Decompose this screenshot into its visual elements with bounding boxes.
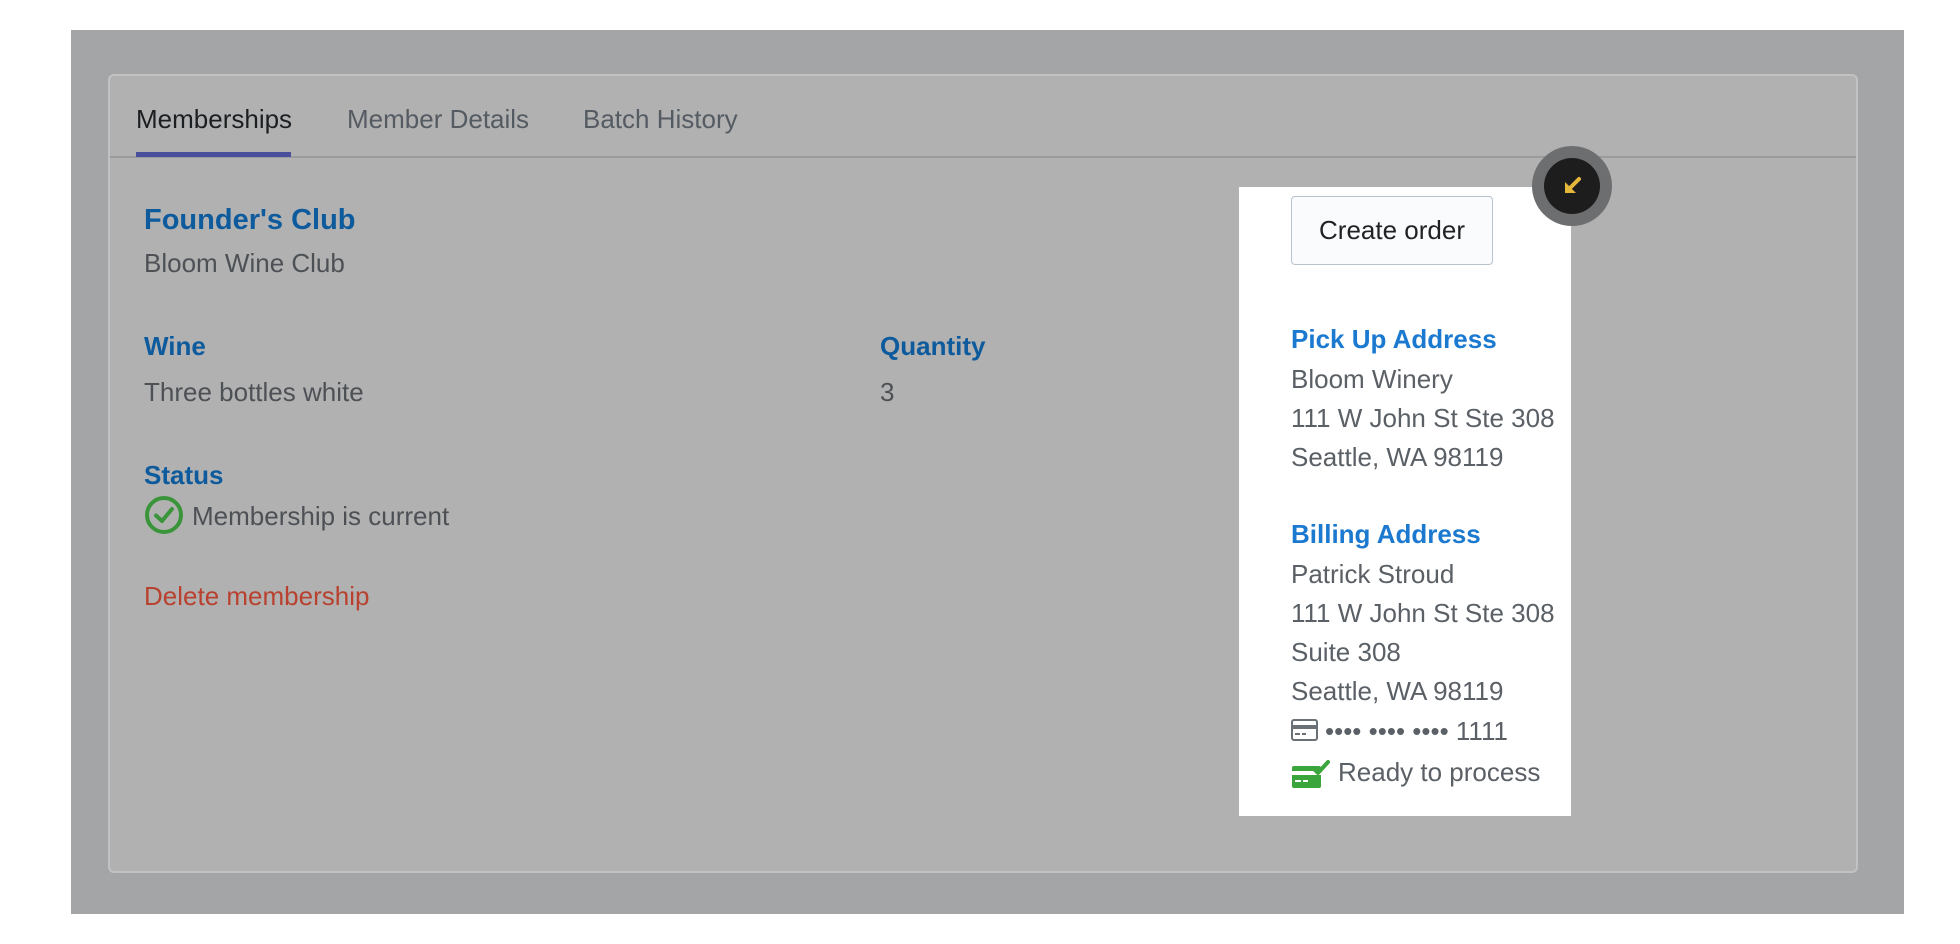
arrow-down-left-icon bbox=[1565, 177, 1581, 193]
club-subtitle: Bloom Wine Club bbox=[144, 248, 345, 278]
tab-memberships[interactable]: Memberships bbox=[136, 104, 292, 135]
pickup-address-line: Seattle, WA 98119 bbox=[1291, 442, 1504, 472]
status-label: Status bbox=[144, 460, 224, 490]
card-status: Ready to process bbox=[1338, 757, 1541, 787]
billing-address-line: 111 W John St Ste 308 bbox=[1291, 598, 1555, 628]
credit-card-icon bbox=[1291, 719, 1318, 741]
collapse-panel-button[interactable] bbox=[1532, 146, 1612, 226]
billing-address-line: Suite 308 bbox=[1291, 637, 1401, 667]
pickup-address-label: Pick Up Address bbox=[1291, 324, 1497, 354]
billing-address-label: Billing Address bbox=[1291, 519, 1481, 549]
billing-address-line: Patrick Stroud bbox=[1291, 559, 1455, 589]
club-title: Founder's Club bbox=[144, 204, 356, 236]
tab-batch-history[interactable]: Batch History bbox=[583, 104, 738, 135]
delete-membership-link[interactable]: Delete membership bbox=[144, 581, 369, 612]
tab-bar: Memberships Member Details Batch History bbox=[110, 76, 1856, 158]
order-panel: Create order Pick Up Address Bloom Winer… bbox=[1239, 187, 1571, 816]
quantity-value: 3 bbox=[880, 377, 895, 407]
card-number-masked: •••• •••• •••• 1111 bbox=[1325, 716, 1508, 746]
wine-label: Wine bbox=[144, 331, 206, 361]
quantity-label: Quantity bbox=[880, 331, 986, 361]
create-order-button[interactable]: Create order bbox=[1291, 196, 1493, 265]
active-tab-indicator bbox=[136, 152, 291, 157]
billing-address-line: Seattle, WA 98119 bbox=[1291, 676, 1504, 706]
pickup-address-line: 111 W John St Ste 308 bbox=[1291, 403, 1555, 433]
tab-member-details[interactable]: Member Details bbox=[347, 104, 529, 135]
check-circle-icon bbox=[145, 496, 183, 534]
fab-inner bbox=[1544, 158, 1600, 214]
card-check-icon bbox=[1292, 760, 1330, 788]
status-value: Membership is current bbox=[192, 501, 450, 531]
pickup-address-line: Bloom Winery bbox=[1291, 364, 1453, 394]
wine-value: Three bottles white bbox=[144, 377, 364, 407]
